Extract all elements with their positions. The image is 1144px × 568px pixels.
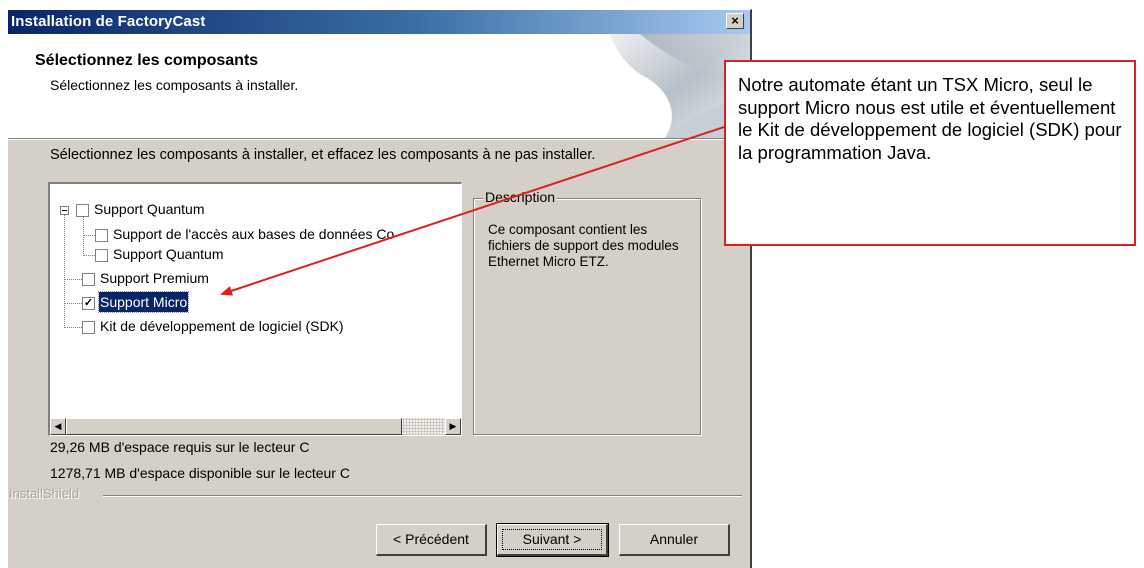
tree-item-support-quantum-sub[interactable]: Support Quantum [113, 244, 224, 264]
next-button[interactable]: Suivant > [496, 523, 609, 557]
tree-item-sdk[interactable]: Kit de développement de logiciel (SDK) [100, 316, 344, 336]
scroll-right-button[interactable]: ▶ [445, 418, 461, 435]
annotation-callout: Notre automate étant un TSX Micro, seul … [724, 60, 1136, 246]
checkbox-support-quantum[interactable] [76, 204, 89, 217]
cancel-button[interactable]: Annuler [619, 524, 730, 556]
space-available-text: 1278,71 MB d'espace disponible sur le le… [50, 465, 350, 481]
close-button[interactable]: × [726, 13, 744, 29]
page-subtitle: Sélectionnez les composants à installer. [50, 77, 299, 93]
focus-rectangle [502, 529, 602, 550]
title-bar: Installation de FactoryCast × [8, 10, 750, 34]
checkbox-support-quantum-sub[interactable] [95, 249, 108, 262]
description-legend: Description [483, 189, 558, 205]
header-panel: Sélectionnez les composants Sélectionnez… [8, 34, 750, 138]
tree-item-support-premium[interactable]: Support Premium [100, 268, 209, 288]
installshield-brand: InstallShield [9, 486, 80, 501]
installer-dialog: Installation de FactoryCast × Sélectionn… [7, 9, 752, 568]
checkbox-support-premium[interactable] [82, 273, 95, 286]
window-title: Installation de FactoryCast [11, 13, 206, 30]
scroll-left-button[interactable]: ◀ [50, 418, 66, 435]
page-title: Sélectionnez les composants [35, 52, 259, 69]
checkbox-sdk[interactable] [82, 321, 95, 334]
instruction-text: Sélectionnez les composants à installer,… [50, 147, 596, 163]
description-text: Ce composant contient les fichiers de su… [488, 222, 679, 269]
collapse-toggle[interactable] [60, 206, 69, 215]
checkbox-support-micro[interactable]: ✓ [82, 297, 95, 310]
components-tree[interactable]: Support Quantum Support de l'accès aux b… [48, 182, 462, 436]
installer-banner-graphic [610, 34, 750, 138]
annotation-text: Notre automate étant un TSX Micro, seul … [738, 74, 1122, 163]
back-button[interactable]: < Précédent [376, 524, 487, 556]
horizontal-scrollbar[interactable]: ◀ ▶ [50, 418, 461, 435]
tree-item-support-quantum[interactable]: Support Quantum [94, 199, 205, 219]
scrollbar-thumb[interactable] [66, 418, 402, 435]
space-required-text: 29,26 MB d'espace requis sur le lecteur … [50, 439, 310, 455]
tree-item-database-access[interactable]: Support de l'accès aux bases de données … [113, 224, 394, 244]
description-group: Description Ce composant contient les fi… [473, 189, 701, 435]
checkbox-database-access[interactable] [95, 229, 108, 242]
